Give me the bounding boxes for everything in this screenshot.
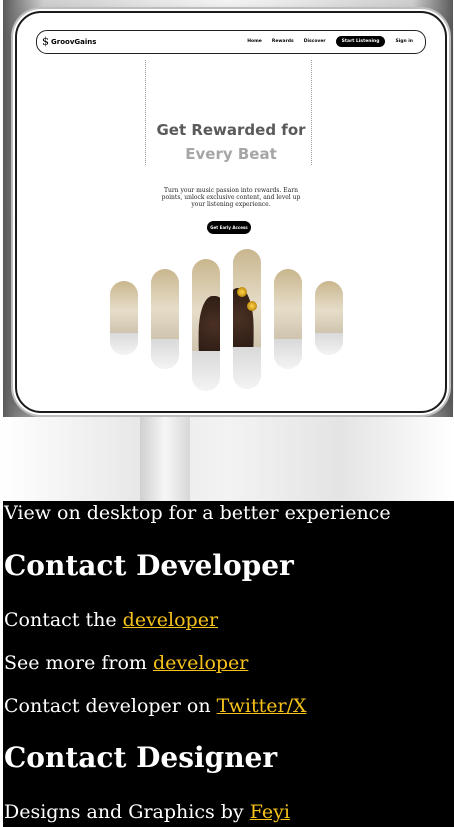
contact-line-2: See more from developer: [4, 652, 249, 674]
nav-link-discover[interactable]: Discover: [304, 39, 326, 44]
page-root: $ GroovGains Home Rewards Discover Start…: [0, 0, 454, 827]
hero-title-line2: Every Beat: [185, 145, 277, 163]
get-early-access-button[interactable]: Get Early Access: [207, 221, 251, 234]
developer-portfolio-link[interactable]: developer: [153, 652, 248, 674]
sign-in-link[interactable]: Sign in: [395, 39, 413, 44]
hero-image-strip-4: [233, 249, 261, 389]
start-listening-button[interactable]: Start Listening: [335, 36, 386, 47]
logo[interactable]: $ GroovGains: [42, 35, 96, 48]
nav-links: Home Rewards Discover Start Listening Si…: [247, 36, 413, 47]
navbar: $ GroovGains Home Rewards Discover Start…: [36, 30, 426, 54]
designer-line: Designs and Graphics by Feyi: [4, 801, 290, 823]
hero-subtitle: Turn your music passion into rewards. Ea…: [161, 187, 301, 208]
hero-image-strip-3: [192, 259, 220, 391]
headphone-icon: [237, 287, 247, 297]
nav-link-home[interactable]: Home: [247, 39, 262, 44]
info-panel: View on desktop for a better experience …: [3, 501, 454, 827]
hero-title-line1: Get Rewarded for: [156, 121, 306, 139]
desktop-notice: View on desktop for a better experience: [4, 502, 391, 524]
background-image: [0, 417, 454, 501]
hero-image-strip-6: [315, 281, 343, 355]
nav-link-rewards[interactable]: Rewards: [272, 39, 294, 44]
contact-line-3: Contact developer on Twitter/X: [4, 695, 307, 717]
contact-designer-heading: Contact Designer: [4, 741, 278, 774]
dollar-icon: $: [42, 35, 49, 48]
twitter-link[interactable]: Twitter/X: [217, 695, 307, 717]
preview-frame: $ GroovGains Home Rewards Discover Start…: [15, 11, 447, 413]
contact-developer-heading: Contact Developer: [4, 549, 294, 582]
developer-link[interactable]: developer: [123, 609, 218, 631]
logo-text: GroovGains: [51, 37, 97, 46]
hero-title: Get Rewarded for Every Beat: [17, 118, 445, 166]
hero-image-strip-2: [151, 269, 179, 369]
designer-link[interactable]: Feyi: [250, 801, 290, 823]
hero-image-strip-1: [110, 281, 138, 355]
site-preview: $ GroovGains Home Rewards Discover Start…: [3, 0, 453, 417]
hero-image-strip-5: [274, 269, 302, 369]
headphone-icon: [247, 301, 257, 311]
contact-line-1: Contact the developer: [4, 609, 219, 631]
